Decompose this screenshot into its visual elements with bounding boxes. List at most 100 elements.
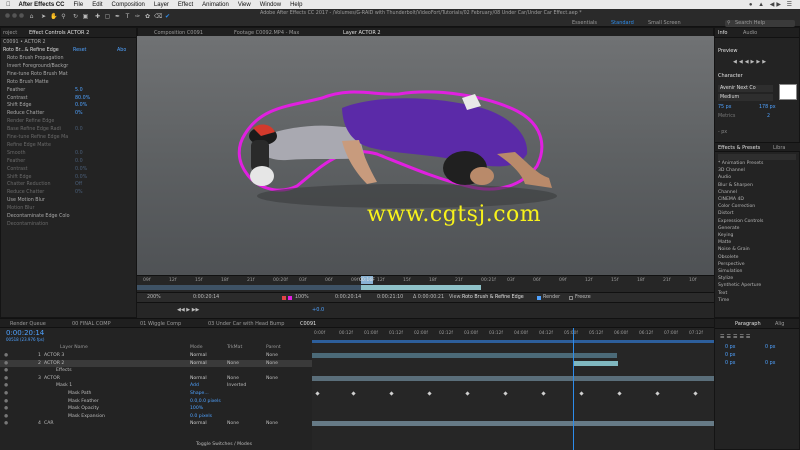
effect-category-item[interactable]: Time: [718, 298, 729, 303]
toggle-switches-modes[interactable]: Toggle Switches / Modes: [196, 442, 252, 447]
tab-info[interactable]: Info: [718, 30, 727, 36]
effect-param-value[interactable]: 5.0: [75, 88, 83, 94]
effect-category-item[interactable]: CINEMA 4D: [718, 197, 744, 202]
menu-view[interactable]: View: [238, 2, 251, 8]
fill-color-swatch[interactable]: [779, 84, 797, 100]
anchor-tool-icon[interactable]: ✚: [94, 13, 101, 21]
tab-paragraph[interactable]: Paragraph: [735, 321, 761, 327]
render-checkbox[interactable]: [537, 296, 541, 300]
layer-mode[interactable]: Normal: [190, 420, 207, 427]
font-style-select[interactable]: Medium: [718, 94, 773, 101]
indent-first[interactable]: 0 px: [725, 353, 735, 358]
layer-name[interactable]: ACTOR 3: [44, 352, 64, 359]
layer-name[interactable]: Mask Opacity: [68, 405, 99, 412]
leading-value[interactable]: 178 px: [759, 105, 776, 110]
rotate-tool-icon[interactable]: ↻: [72, 13, 79, 21]
layer-work-bar[interactable]: [361, 285, 481, 290]
roto-brush-tool-icon[interactable]: ✔: [164, 13, 171, 21]
timeline-ruler[interactable]: 0:00f 00:12f 01:00f 01:12f 02:00f 02:12f 03:00…: [312, 328, 714, 340]
layer-track[interactable]: [312, 367, 714, 374]
effect-category-item[interactable]: Generate: [718, 226, 739, 231]
layer-name[interactable]: ACTOR 2: [44, 360, 64, 367]
menu-edit[interactable]: Edit: [92, 2, 102, 8]
effect-category-item[interactable]: Text: [718, 291, 727, 296]
keyframe-icon[interactable]: [655, 391, 660, 396]
effect-param-value[interactable]: 0.0: [75, 151, 83, 157]
effect-param-row[interactable]: Base Refine Edge Radi 0.0: [7, 127, 83, 133]
effect-category-item[interactable]: Simulation: [718, 269, 742, 274]
effect-param-row[interactable]: Chatter Reduction Off: [7, 182, 82, 188]
effect-param-value[interactable]: 0.0%: [75, 103, 87, 109]
layer-duration-bar[interactable]: [312, 421, 714, 427]
keyframe-icon[interactable]: [541, 391, 546, 396]
brush-tool-icon[interactable]: ✑: [134, 13, 141, 21]
layer-parent[interactable]: None: [266, 375, 278, 382]
visibility-eye-icon[interactable]: ●: [4, 360, 8, 367]
apple-icon[interactable]: : [6, 2, 11, 8]
selection-tool-icon[interactable]: ➤: [40, 13, 47, 21]
effect-param-row[interactable]: Fine-tune Refine Edge Ma: [7, 135, 68, 141]
layer-name[interactable]: Mask Feather: [68, 398, 99, 405]
effect-param-row[interactable]: Decontaminate Edge Colo: [7, 214, 70, 220]
layer-parent[interactable]: None: [266, 352, 278, 359]
about-button[interactable]: Abo: [117, 48, 126, 54]
tab-wiggle-comp[interactable]: 01 Wiggle Comp: [140, 321, 181, 327]
effect-category-item[interactable]: Distort: [718, 211, 734, 216]
tracking-value[interactable]: 2: [767, 114, 770, 119]
type-tool-icon[interactable]: T: [124, 13, 131, 21]
layer-row[interactable]: ● 2 ACTOR 2 Normal None None: [0, 359, 312, 367]
effect-category-item[interactable]: Audio: [718, 175, 731, 180]
home-icon[interactable]: ⌂: [28, 13, 35, 21]
menu-file[interactable]: File: [74, 2, 84, 8]
tab-libraries[interactable]: Libra: [773, 145, 785, 151]
space-before[interactable]: 0 px: [725, 361, 735, 366]
visibility-eye-icon[interactable]: ●: [4, 398, 8, 405]
layer-row[interactable]: ● Mask 1 Add Inverted: [0, 382, 312, 389]
playhead[interactable]: [573, 328, 574, 450]
view-dropdown[interactable]: Roto Brush & Refine Edge: [462, 295, 524, 300]
effect-category-item[interactable]: 3D Channel: [718, 168, 745, 173]
effect-category-item[interactable]: Perspective: [718, 262, 745, 267]
effect-param-value[interactable]: 80.0%: [75, 96, 90, 102]
effect-param-row[interactable]: Fine-tune Roto Brush Mat: [7, 72, 68, 78]
workspace-standard[interactable]: Standard: [611, 20, 634, 26]
layer-track[interactable]: [312, 390, 714, 397]
tab-audio[interactable]: Audio: [743, 30, 757, 36]
layer-duration-bar[interactable]: [573, 360, 618, 366]
effects-search-input[interactable]: [718, 154, 796, 160]
layer-trkmat[interactable]: None: [227, 375, 239, 382]
layer-row[interactable]: ● Mask Expansion 0.0 pixels: [0, 413, 312, 420]
layer-viewer[interactable]: www.cgtsj.com: [137, 36, 714, 275]
layer-row[interactable]: ● 3 ACTOR Normal None None: [0, 375, 312, 382]
effect-param-row[interactable]: Decontamination: [7, 222, 48, 228]
layer-duration-bar[interactable]: [312, 375, 714, 381]
layer-name[interactable]: ACTOR: [44, 375, 60, 382]
layer-row[interactable]: ● Mask Opacity 100%: [0, 405, 312, 412]
layer-row[interactable]: ● Mask Feather 0.0,0.0 pixels: [0, 398, 312, 405]
effect-param-row[interactable]: Refine Edge Matte: [7, 143, 51, 149]
indent-right[interactable]: 0 px: [765, 345, 775, 350]
align-icons[interactable]: ☰☰☰☰☰: [720, 334, 752, 340]
stroke-unit[interactable]: - px: [718, 130, 727, 135]
layer-parent[interactable]: None: [266, 360, 278, 367]
eraser-tool-icon[interactable]: ⌫: [154, 13, 162, 21]
viewer-timecode[interactable]: 0:00:20:14: [193, 295, 219, 300]
menu-animation[interactable]: Animation: [202, 2, 229, 8]
layer-name[interactable]: Mask 1: [56, 382, 72, 389]
effect-param-value[interactable]: 0.0: [75, 127, 83, 133]
indent-left[interactable]: 0 px: [725, 345, 735, 350]
effect-category-item[interactable]: Noise & Grain: [718, 247, 750, 252]
layer-parent[interactable]: None: [266, 420, 278, 427]
hand-tool-icon[interactable]: ✋: [50, 13, 57, 21]
keyframe-icon[interactable]: [465, 391, 470, 396]
workspace-essentials[interactable]: Essentials: [572, 20, 597, 26]
menu-layer[interactable]: Layer: [154, 2, 169, 8]
pen-tool-icon[interactable]: ✒: [114, 13, 121, 21]
effect-category-item[interactable]: Color Correction: [718, 204, 755, 209]
visibility-eye-icon[interactable]: ●: [4, 413, 8, 420]
effect-category-item[interactable]: * Animation Presets: [718, 161, 763, 166]
out-point-time[interactable]: 0:00:21:10: [377, 295, 403, 300]
camera-tool-icon[interactable]: ▣: [82, 13, 89, 21]
preview-controls-icon[interactable]: ◀◀◀▶▶▶: [733, 59, 768, 65]
effect-param-row[interactable]: Roto Brush Matte: [7, 80, 49, 86]
